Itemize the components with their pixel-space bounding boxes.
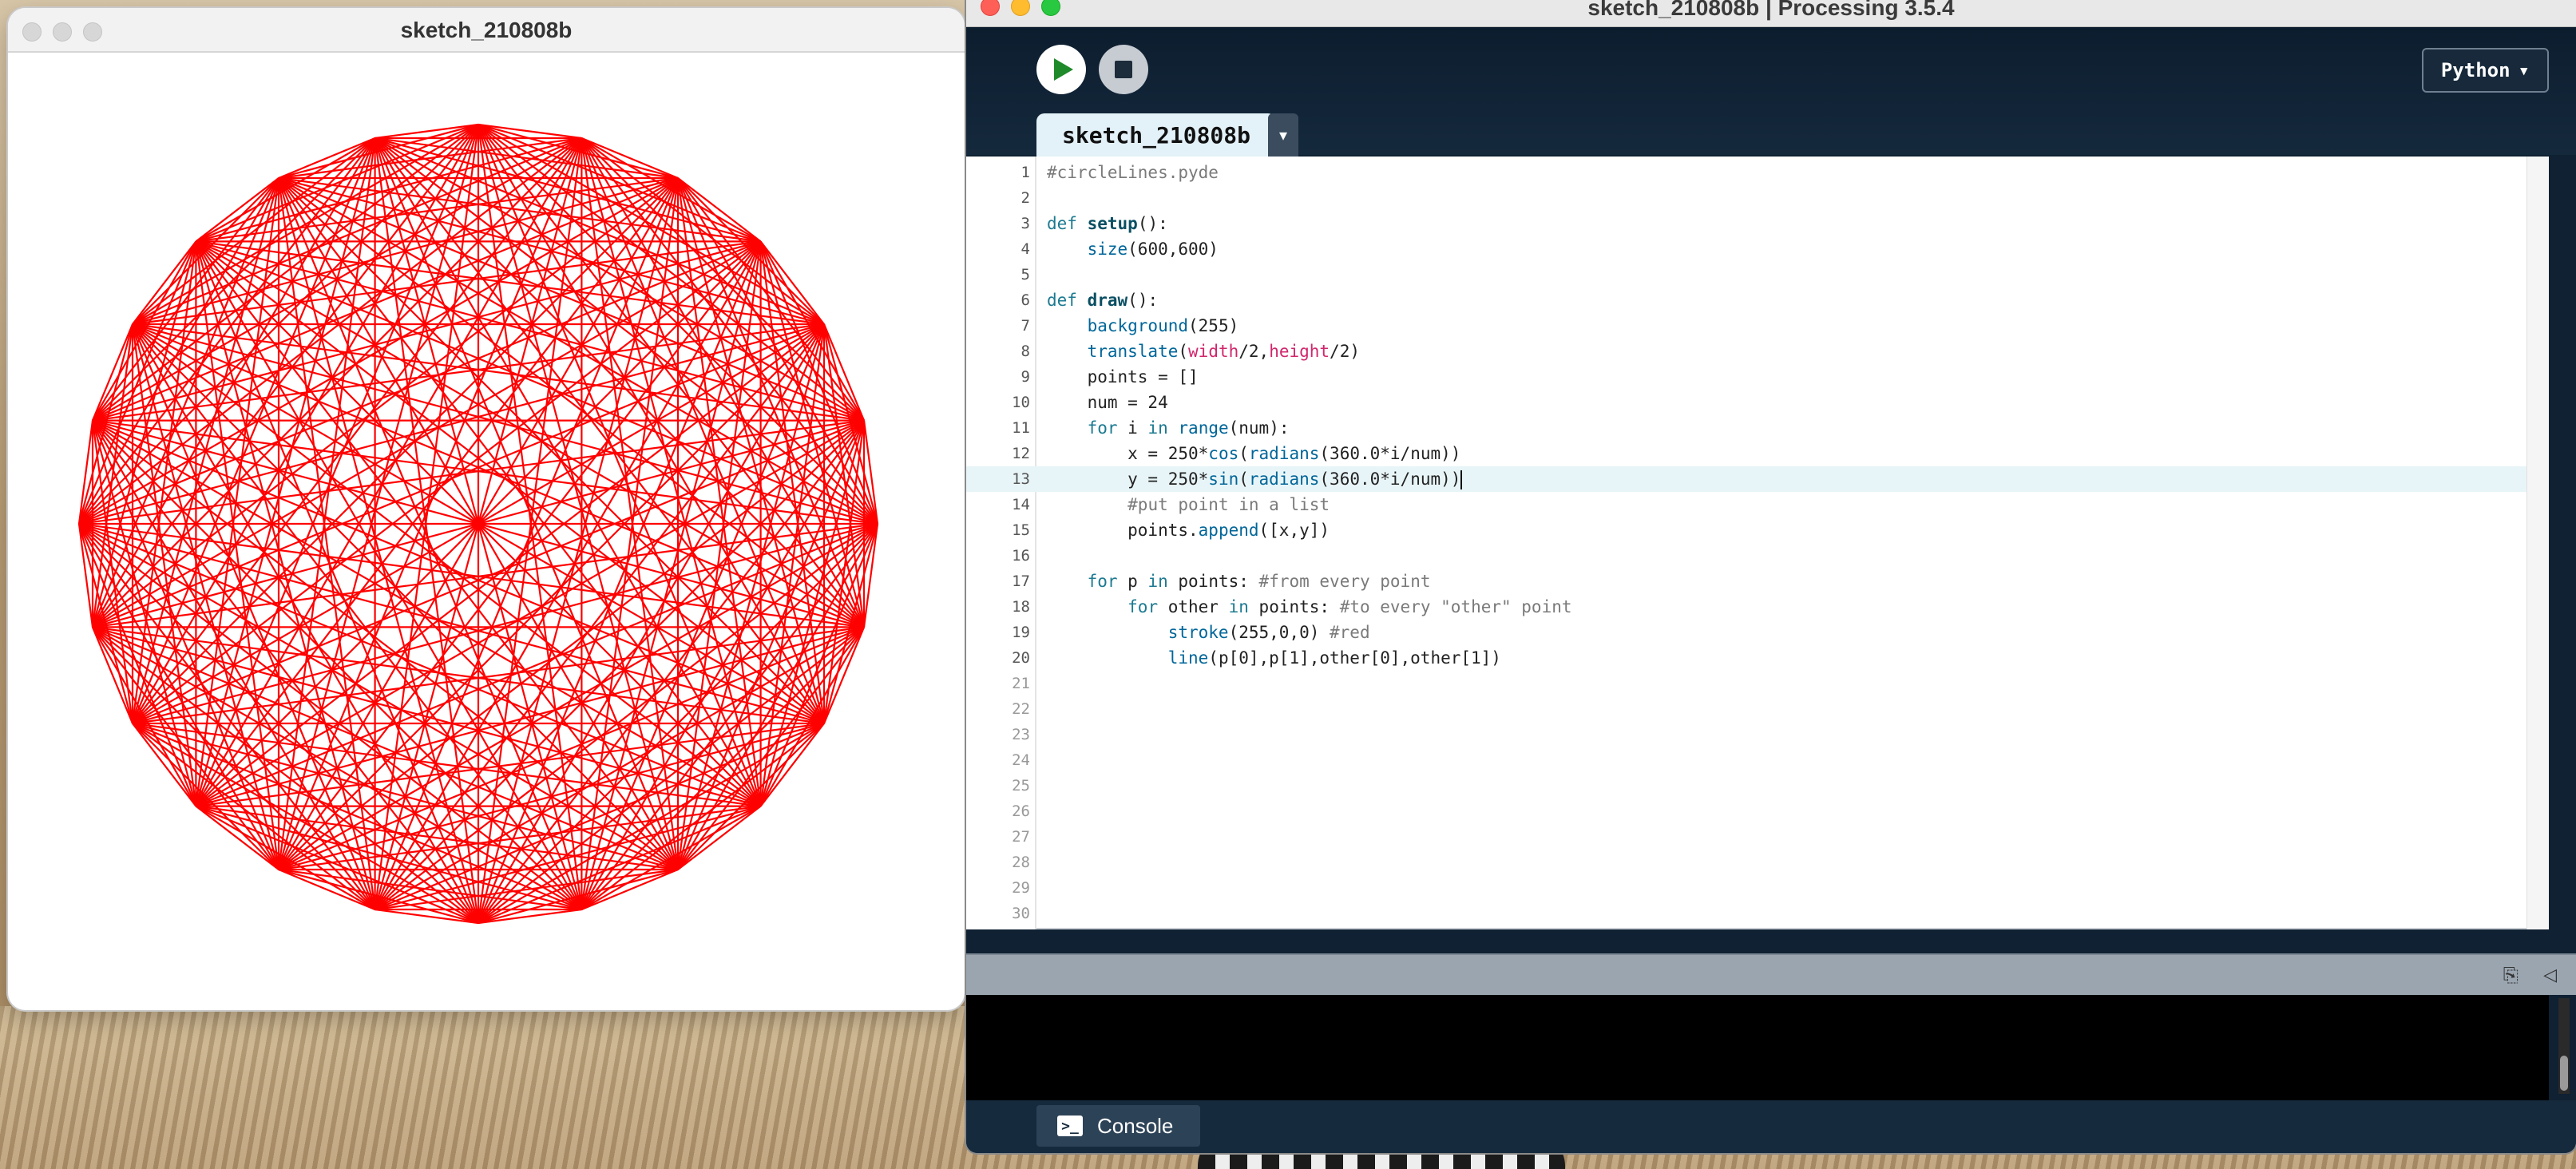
processing-ide-window: sketch_210808b | Processing 3.5.4 Python… — [966, 0, 2576, 1153]
sketch-line — [759, 420, 866, 806]
code-line: 17 for p in points: #from every point — [1012, 572, 1431, 591]
code-line: 2 — [1020, 189, 1030, 207]
code-editor[interactable]: 1 #circleLines.pyde 2 3 def setup(): 4 siz… — [966, 157, 2549, 929]
code-line: 20 line(p[0],p[1],other[0],other[1]) — [1012, 648, 1501, 668]
ide-toolbar: Python ▾ sketch_210808b ▾ — [966, 27, 2576, 157]
copy-icon[interactable]: ⎘ — [2503, 965, 2519, 987]
code-line: 5 — [1020, 266, 1030, 283]
code-line: 3 def setup(): — [1020, 214, 1168, 233]
code-line: 4 size(600,600) — [1020, 240, 1219, 259]
stop-icon — [1115, 61, 1132, 78]
code-line: 12 x = 250*cos(radians(360.0*i/num)) — [1012, 444, 1461, 463]
code-line: 25 — [1012, 777, 1030, 795]
ide-window-title: sketch_210808b | Processing 3.5.4 — [1587, 0, 1955, 20]
editor-vertical-scrollbar[interactable] — [2526, 157, 2549, 929]
sketch-titlebar: sketch_210808b — [8, 8, 965, 53]
sketch-line — [91, 241, 197, 628]
code-line: 16 — [1012, 547, 1030, 565]
code-line: 26 — [1012, 802, 1030, 820]
stop-button[interactable] — [1099, 45, 1148, 94]
code-line-current: 13 y = 250*sin(radians(360.0*i/num)) — [966, 466, 2549, 492]
sketch-line — [676, 177, 866, 628]
mode-label: Python — [2440, 59, 2511, 81]
tab-sketch[interactable]: sketch_210808b — [1036, 113, 1277, 157]
code-line: 23 — [1012, 726, 1030, 743]
sketch-line — [676, 420, 866, 870]
sketch-line — [196, 137, 582, 243]
console-scrollbar[interactable] — [2558, 998, 2570, 1094]
circle-lines-drawing — [77, 123, 879, 925]
console-output[interactable] — [966, 995, 2549, 1100]
play-icon — [1054, 58, 1073, 81]
tab-console[interactable]: >_ Console — [1036, 1105, 1201, 1147]
collapse-icon[interactable]: ◁ — [2543, 965, 2557, 985]
code-line: 1 #circleLines.pyde — [1020, 163, 1219, 182]
sketch-line — [375, 137, 761, 243]
chevron-down-icon: ▾ — [2518, 59, 2530, 81]
console-scroll-thumb[interactable] — [2560, 1056, 2568, 1091]
chevron-down-icon: ▾ — [1278, 126, 1288, 145]
sketch-window: sketch_210808b — [8, 8, 965, 1010]
sketch-window-title: sketch_210808b — [400, 18, 573, 42]
code-line: 21 — [1012, 675, 1030, 692]
code-line: 7 background(255) — [1020, 316, 1239, 335]
console-header: ⎘ ◁ — [966, 953, 2576, 995]
code-line: 29 — [1012, 879, 1030, 897]
code-line: 27 — [1012, 828, 1030, 846]
code-line: 11 for i in range(num): — [1012, 418, 1290, 438]
sketch-line — [91, 420, 280, 870]
code-line: 19 stroke(255,0,0) #red — [1012, 623, 1370, 642]
console-tab-label: Console — [1097, 1113, 1174, 1138]
sketch-line — [375, 722, 825, 911]
code-line: 15 points.append([x,y]) — [1012, 521, 1330, 540]
code-line: 22 — [1012, 700, 1030, 718]
ide-titlebar: sketch_210808b | Processing 3.5.4 — [966, 0, 2576, 27]
code-line: 6 def draw(): — [1020, 291, 1159, 310]
code-line: 30 — [1012, 905, 1030, 922]
sketch-canvas — [8, 54, 965, 1010]
code-line: 18 for other in points: #to every "other… — [1012, 597, 1572, 616]
ide-footer: >_ Console — [966, 1100, 2576, 1153]
sketch-line — [91, 177, 280, 628]
sketch-line — [132, 137, 582, 326]
code-line: 28 — [1012, 854, 1030, 871]
code-line: 14 #put point in a list — [1012, 495, 1330, 514]
text-cursor — [1460, 470, 1463, 489]
code-line: 8 translate(width/2,height/2) — [1020, 342, 1360, 361]
tab-menu-button[interactable]: ▾ — [1268, 113, 1298, 157]
sketch-line — [132, 722, 582, 911]
sketch-line — [375, 137, 825, 326]
console-icon: >_ — [1057, 1116, 1083, 1136]
run-button[interactable] — [1036, 45, 1086, 94]
code-line: 10 num = 24 — [1012, 393, 1168, 412]
mode-selector[interactable]: Python ▾ — [2421, 48, 2549, 93]
code-line: 24 — [1012, 751, 1030, 769]
code-line: 9 points = [] — [1020, 367, 1199, 386]
